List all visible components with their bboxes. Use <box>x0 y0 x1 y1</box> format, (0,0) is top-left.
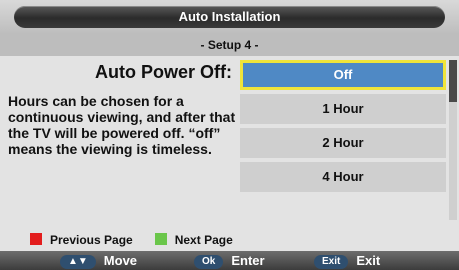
exit-hint: Exit Exit <box>314 251 380 270</box>
enter-hint: Ok Enter <box>194 251 265 270</box>
setup-step-subtitle: - Setup 4 - <box>0 34 459 56</box>
option-2-hour[interactable]: 2 Hour <box>240 128 446 158</box>
exit-label: Exit <box>356 253 381 268</box>
title-pill: Auto Installation <box>14 6 445 28</box>
setting-description: Hours can be chosen for a continuous vie… <box>8 93 236 157</box>
next-page-label[interactable]: Next Page <box>175 233 233 247</box>
description-panel: Auto Power Off: Hours can be chosen for … <box>8 58 236 157</box>
enter-label: Enter <box>231 253 265 268</box>
option-1-hour[interactable]: 1 Hour <box>240 94 446 124</box>
setting-heading: Auto Power Off: <box>95 62 232 82</box>
previous-page-label[interactable]: Previous Page <box>50 233 133 247</box>
auto-installation-screen: Auto Installation - Setup 4 - Auto Power… <box>0 0 459 270</box>
options-list: Off 1 Hour 2 Hour 4 Hour <box>240 60 446 196</box>
move-hint: ▲▼ Move <box>60 251 137 270</box>
window-title: Auto Installation <box>178 9 281 24</box>
arrows-key-icon: ▲▼ <box>60 254 96 269</box>
option-4-hour[interactable]: 4 Hour <box>240 162 446 192</box>
ok-key-icon: Ok <box>194 254 224 269</box>
scrollbar[interactable] <box>449 60 457 220</box>
green-key-icon <box>154 233 167 245</box>
red-key-icon <box>30 233 42 245</box>
key-help-bar: ▲▼ Move Ok Enter Exit Exit <box>0 251 459 270</box>
exit-key-icon: Exit <box>314 254 349 269</box>
option-off[interactable]: Off <box>240 60 446 90</box>
scrollbar-thumb[interactable] <box>449 60 457 102</box>
page-navigation: Previous Page Next Page <box>30 233 233 249</box>
move-label: Move <box>103 253 138 268</box>
title-bar: Auto Installation <box>0 0 459 34</box>
